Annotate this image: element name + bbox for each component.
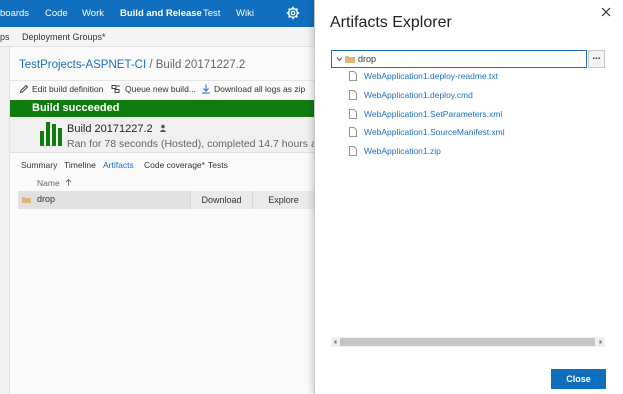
history-bar [46, 122, 50, 146]
artifact-name[interactable]: drop [37, 194, 55, 204]
nav-item-boards[interactable]: boards [0, 8, 29, 19]
artifacts-explorer-dialog: Artifacts Explorer drop ... WebApplicati… [314, 0, 623, 394]
file-name[interactable]: WebApplication1.SetParameters.xml [364, 109, 502, 119]
scroll-left-arrow-icon[interactable] [331, 338, 339, 346]
file-icon [349, 90, 357, 100]
tab-timeline[interactable]: Timeline [64, 160, 96, 170]
more-actions-button[interactable]: ... [588, 50, 605, 68]
nav-item-code[interactable]: Code [45, 8, 68, 19]
download-icon [202, 84, 210, 94]
build-history-chart [40, 122, 62, 146]
folder-icon [345, 56, 355, 63]
artifact-explore-button[interactable]: Explore [252, 191, 314, 209]
build-number: Build 20171227.2 [67, 123, 153, 135]
folder-icon [22, 197, 31, 203]
sort-up-icon [65, 178, 72, 186]
scrollbar-thumb[interactable] [340, 338, 595, 346]
subnav-item-deployment-groups[interactable]: Deployment Groups* [22, 32, 106, 42]
nav-item-test[interactable]: Test [203, 8, 220, 19]
dialog-title: Artifacts Explorer [330, 14, 452, 31]
tab-artifacts[interactable]: Artifacts [103, 160, 134, 170]
build-title: Build 20171227.2 [67, 123, 167, 135]
scroll-right-arrow-icon[interactable] [597, 338, 605, 346]
file-name[interactable]: WebApplication1.deploy-readme.txt [364, 71, 498, 81]
column-name-label: Name [37, 178, 60, 188]
queue-new-build-button[interactable]: Queue new build... [125, 84, 196, 94]
queue-icon [111, 85, 120, 93]
breadcrumb-build: Build 20171227.2 [155, 59, 246, 71]
history-bar [52, 124, 56, 146]
tree-root-label: drop [358, 54, 377, 64]
file-icon [349, 71, 357, 81]
edit-build-definition-button[interactable]: Edit build definition [32, 84, 103, 94]
file-icon [349, 127, 357, 137]
artifact-row[interactable]: drop Download Explore [18, 191, 314, 209]
chevron-down-icon[interactable] [336, 56, 343, 62]
horizontal-scrollbar[interactable] [331, 337, 605, 347]
build-status-banner: Build succeeded [10, 100, 314, 117]
download-all-logs-button[interactable]: Download all logs as zip [214, 84, 305, 94]
file-icon [349, 146, 357, 156]
tab-tests[interactable]: Tests [208, 160, 228, 170]
file-name[interactable]: WebApplication1.SourceManifest.xml [364, 127, 505, 137]
sub-navigation-bar: ps Deployment Groups* [0, 27, 314, 47]
artifacts-column-header[interactable]: Name [37, 178, 72, 188]
nav-item-work[interactable]: Work [82, 8, 104, 19]
tree-root-drop[interactable]: drop [331, 50, 587, 68]
artifact-download-button[interactable]: Download [190, 191, 252, 209]
breadcrumb-project-link[interactable]: TestProjects-ASPNET-CI [19, 59, 146, 71]
left-rail [0, 47, 10, 394]
pencil-icon [19, 84, 29, 94]
close-button[interactable]: Close [551, 369, 606, 389]
tab-summary[interactable]: Summary [21, 160, 57, 170]
history-bar [58, 128, 62, 146]
breadcrumb-separator: / [146, 59, 156, 71]
top-navigation-bar: boards Code Work Build and Release Test … [0, 0, 314, 27]
file-name[interactable]: WebApplication1.zip [364, 146, 441, 156]
gear-icon[interactable] [286, 6, 300, 20]
breadcrumb: TestProjects-ASPNET-CI / Build 20171227.… [19, 59, 245, 71]
person-icon [159, 124, 166, 132]
nav-item-build-and-release[interactable]: Build and Release [120, 8, 202, 19]
build-run-details: Ran for 78 seconds (Hosted), completed 1… [67, 138, 329, 150]
build-status-text: Build succeeded [32, 102, 120, 114]
close-icon[interactable] [599, 5, 613, 19]
file-icon [349, 109, 357, 119]
nav-item-wiki[interactable]: Wiki [236, 8, 254, 19]
tab-code-coverage[interactable]: Code coverage* [144, 160, 205, 170]
subnav-item-builds[interactable]: ps [0, 32, 10, 42]
file-name[interactable]: WebApplication1.deploy.cmd [364, 90, 473, 100]
build-toolbar: Edit build definition Queue new build...… [10, 80, 314, 98]
history-bar [40, 131, 44, 146]
